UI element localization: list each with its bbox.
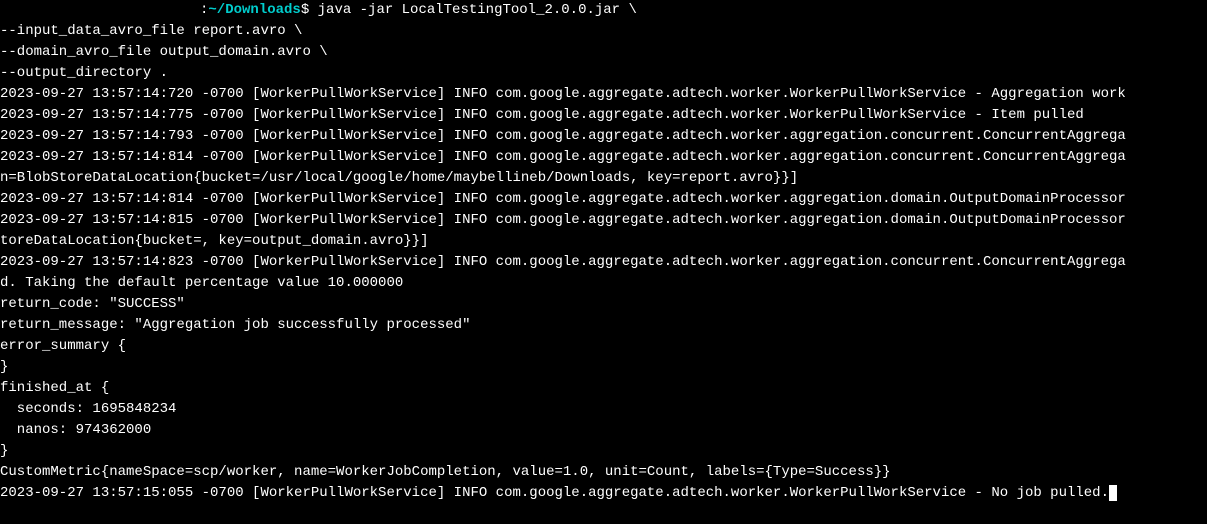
redacted-user-host [0, 0, 200, 21]
log-line: 2023-09-27 13:57:14:720 -0700 [WorkerPul… [0, 84, 1207, 105]
log-line: toreDataLocation{bucket=, key=output_dom… [0, 231, 1207, 252]
log-line: } [0, 441, 1207, 462]
log-line: } [0, 357, 1207, 378]
log-line: nanos: 974362000 [0, 420, 1207, 441]
command-text: java -jar LocalTestingTool_2.0.0.jar \ [309, 2, 637, 18]
log-line: n=BlobStoreDataLocation{bucket=/usr/loca… [0, 168, 1207, 189]
log-line: CustomMetric{nameSpace=scp/worker, name=… [0, 462, 1207, 483]
log-line: error_summary { [0, 336, 1207, 357]
prompt-line: :~/Downloads$ java -jar LocalTestingTool… [0, 0, 1207, 21]
log-line: 2023-09-27 13:57:14:823 -0700 [WorkerPul… [0, 252, 1207, 273]
log-line: 2023-09-27 13:57:14:815 -0700 [WorkerPul… [0, 210, 1207, 231]
log-line: 2023-09-27 13:57:14:814 -0700 [WorkerPul… [0, 147, 1207, 168]
terminal-output[interactable]: :~/Downloads$ java -jar LocalTestingTool… [0, 0, 1207, 504]
log-line: return_message: "Aggregation job success… [0, 315, 1207, 336]
log-line: 2023-09-27 13:57:15:055 -0700 [WorkerPul… [0, 483, 1207, 504]
log-line: 2023-09-27 13:57:14:793 -0700 [WorkerPul… [0, 126, 1207, 147]
command-line: --input_data_avro_file report.avro \ [0, 21, 1207, 42]
log-line: 2023-09-27 13:57:14:775 -0700 [WorkerPul… [0, 105, 1207, 126]
log-line: d. Taking the default percentage value 1… [0, 273, 1207, 294]
command-line: --output_directory . [0, 63, 1207, 84]
command-line: --domain_avro_file output_domain.avro \ [0, 42, 1207, 63]
cursor [1109, 485, 1117, 501]
log-line: 2023-09-27 13:57:14:814 -0700 [WorkerPul… [0, 189, 1207, 210]
prompt-path: ~/Downloads [208, 2, 300, 18]
log-line: finished_at { [0, 378, 1207, 399]
prompt-dollar: $ [301, 2, 309, 18]
log-line: return_code: "SUCCESS" [0, 294, 1207, 315]
log-line: seconds: 1695848234 [0, 399, 1207, 420]
